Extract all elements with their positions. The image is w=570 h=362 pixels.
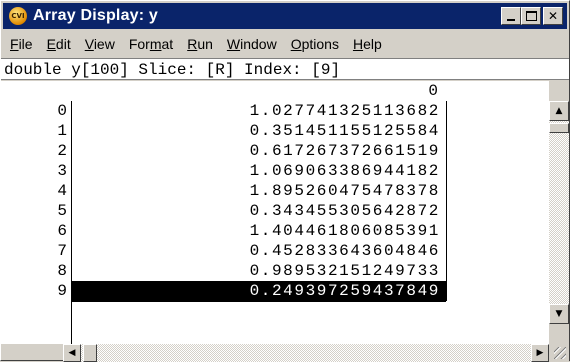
title-buttons: ✕ bbox=[501, 7, 563, 25]
maximize-icon bbox=[525, 11, 537, 21]
up-arrow-icon: ▲ bbox=[555, 106, 563, 116]
menu-run[interactable]: Run bbox=[180, 36, 220, 52]
value-cell[interactable]: 0.617267372661519 bbox=[72, 141, 446, 161]
value-cell[interactable]: 0.989532151249733 bbox=[72, 261, 446, 281]
value-cell[interactable]: 0.343455305642872 bbox=[72, 201, 446, 221]
value-cell[interactable]: 1.069063386944182 bbox=[72, 161, 446, 181]
grid-right-border bbox=[446, 101, 447, 301]
menu-view[interactable]: View bbox=[78, 36, 122, 52]
value-cell[interactable]: 0.351451155125584 bbox=[72, 121, 446, 141]
value-cell[interactable]: 0.452833643604846 bbox=[72, 241, 446, 261]
right-arrow-icon: ▶ bbox=[536, 348, 544, 358]
horizontal-scroll-thumb[interactable] bbox=[83, 344, 97, 362]
vertical-scroll-thumb[interactable] bbox=[549, 123, 569, 133]
cvi-app-icon[interactable]: CVI bbox=[9, 7, 27, 25]
row-index: 6 bbox=[57, 222, 67, 240]
resize-grip[interactable] bbox=[549, 344, 569, 362]
row-index: 5 bbox=[57, 202, 67, 220]
horizontal-scrollbar[interactable]: ◀ ▶ bbox=[63, 344, 549, 362]
row-index-column: 0 1 2 3 4 5 6 7 8 9 bbox=[1, 101, 71, 344]
minimize-button[interactable] bbox=[501, 7, 521, 25]
array-info-line: double y[100] Slice: [R] Index: [9] bbox=[1, 58, 569, 80]
value-cell[interactable]: 1.404461806085391 bbox=[72, 221, 446, 241]
menu-help[interactable]: Help bbox=[346, 36, 389, 52]
menu-format[interactable]: Format bbox=[122, 36, 180, 52]
array-display-window: CVI Array Display: y ✕ File Edit View Forma… bbox=[0, 0, 570, 362]
menu-bar: File Edit View Format Run Window Options Help bbox=[3, 32, 567, 56]
row-index: 2 bbox=[57, 142, 67, 160]
selected-value-cell[interactable]: 0.249397259437849 bbox=[72, 281, 446, 301]
scroll-down-button[interactable]: ▼ bbox=[549, 304, 569, 324]
row-index: 9 bbox=[57, 282, 67, 300]
value-cell[interactable]: 1.895260475478378 bbox=[72, 181, 446, 201]
menu-window[interactable]: Window bbox=[220, 36, 284, 52]
menu-options[interactable]: Options bbox=[284, 36, 346, 52]
array-table: 0 0 1 2 3 4 5 6 7 8 9 1.027741325113682 0.35145115… bbox=[1, 81, 549, 344]
scroll-right-button[interactable]: ▶ bbox=[531, 344, 549, 362]
menu-file[interactable]: File bbox=[3, 36, 40, 52]
title-bar[interactable]: CVI Array Display: y ✕ bbox=[3, 3, 567, 29]
minimize-icon bbox=[507, 19, 515, 21]
close-button[interactable]: ✕ bbox=[543, 7, 563, 25]
row-index: 0 bbox=[57, 102, 67, 120]
down-arrow-icon: ▼ bbox=[555, 309, 563, 319]
menu-edit[interactable]: Edit bbox=[40, 36, 78, 52]
scroll-left-button[interactable]: ◀ bbox=[63, 344, 81, 362]
row-index: 1 bbox=[57, 122, 67, 140]
row-index: 3 bbox=[57, 162, 67, 180]
vertical-scrollbar[interactable]: ▲ ▼ bbox=[549, 101, 569, 324]
value-grid[interactable]: 1.027741325113682 0.351451155125584 0.6172… bbox=[71, 101, 447, 344]
column-header-row: 0 bbox=[1, 81, 549, 101]
left-arrow-icon: ◀ bbox=[68, 348, 76, 358]
column-header-0: 0 bbox=[428, 82, 438, 100]
row-index: 7 bbox=[57, 242, 67, 260]
row-index: 4 bbox=[57, 182, 67, 200]
grid-bottom-border bbox=[72, 301, 446, 302]
maximize-button[interactable] bbox=[521, 7, 541, 25]
app-icon-text: CVI bbox=[11, 12, 25, 20]
close-icon: ✕ bbox=[547, 9, 559, 23]
value-cell[interactable]: 1.027741325113682 bbox=[72, 101, 446, 121]
scroll-up-button[interactable]: ▲ bbox=[549, 101, 569, 121]
row-index: 8 bbox=[57, 262, 67, 280]
window-title: Array Display: y bbox=[33, 7, 159, 24]
